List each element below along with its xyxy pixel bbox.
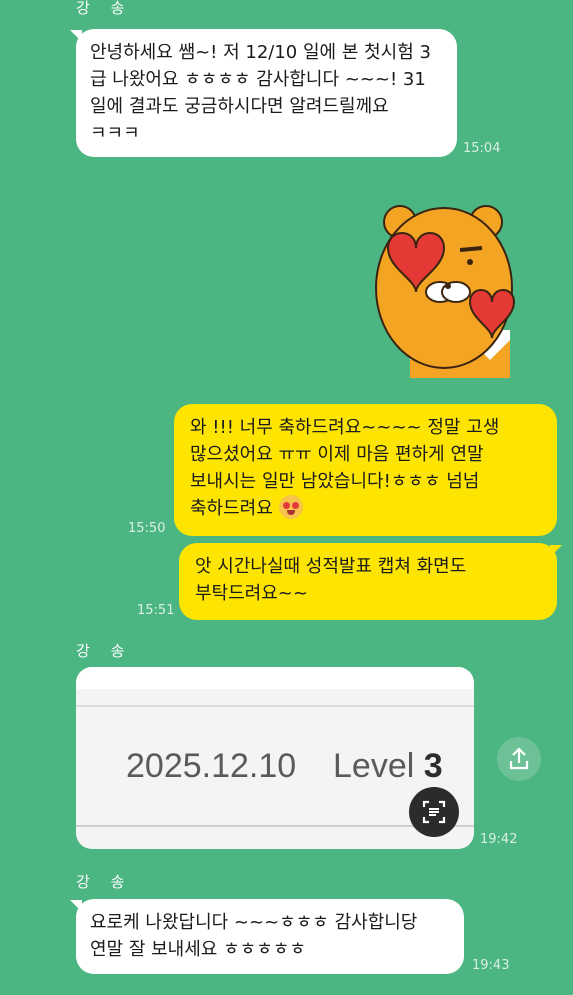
message-bubble-outgoing[interactable]: 앗 시간나실때 성적발표 캡쳐 화면도 부탁드려요~~ [179,543,557,620]
message-time: 15:51 [137,603,175,618]
sender-name: 강 송 [76,873,133,891]
message-time: 15:04 [463,141,501,156]
message-time: 15:50 [128,521,166,536]
message-bubble-incoming[interactable]: 안녕하세요 쌤~! 저 12/10 일에 본 첫시험 3 급 나왔어요 ㅎㅎㅎㅎ… [76,29,457,157]
message-time: 19:42 [480,832,518,847]
score-date: 2025.12.10 [126,747,297,785]
sticker-ryan-hearts[interactable] [370,200,520,378]
image-band [76,667,474,689]
score-level: Level 3 [333,747,443,786]
share-icon[interactable] [497,737,541,781]
sender-name: 강 송 [76,642,133,660]
message-time: 19:43 [472,958,510,973]
message-text: 안녕하세요 쌤~! 저 12/10 일에 본 첫시험 3 급 나왔어요 ㅎㅎㅎㅎ… [90,42,431,144]
heart-eyes-emoji [278,495,303,519]
level-value: 3 [423,747,443,785]
level-label: Level [333,747,415,785]
message-text: 요로케 나왔답니다 ~~~ㅎㅎㅎ 감사합니당 연말 잘 보내세요 ㅎㅎㅎㅎㅎ [90,912,418,960]
message-bubble-outgoing[interactable]: 와 !!! 너무 축하드려요~~~~ 정말 고생 많으셨어요 ㅠㅠ 이제 마음 … [174,404,557,536]
message-text: 와 !!! 너무 축하드려요~~~~ 정말 고생 많으셨어요 ㅠㅠ 이제 마음 … [190,417,500,519]
text-scan-icon[interactable] [409,787,459,837]
message-text: 앗 시간나실때 성적발표 캡쳐 화면도 부탁드려요~~ [195,556,467,604]
message-bubble-incoming[interactable]: 요로케 나왔답니다 ~~~ㅎㅎㅎ 감사합니당 연말 잘 보내세요 ㅎㅎㅎㅎㅎ [76,899,464,974]
divider [76,705,474,707]
sender-name: 강 송 [76,0,133,17]
